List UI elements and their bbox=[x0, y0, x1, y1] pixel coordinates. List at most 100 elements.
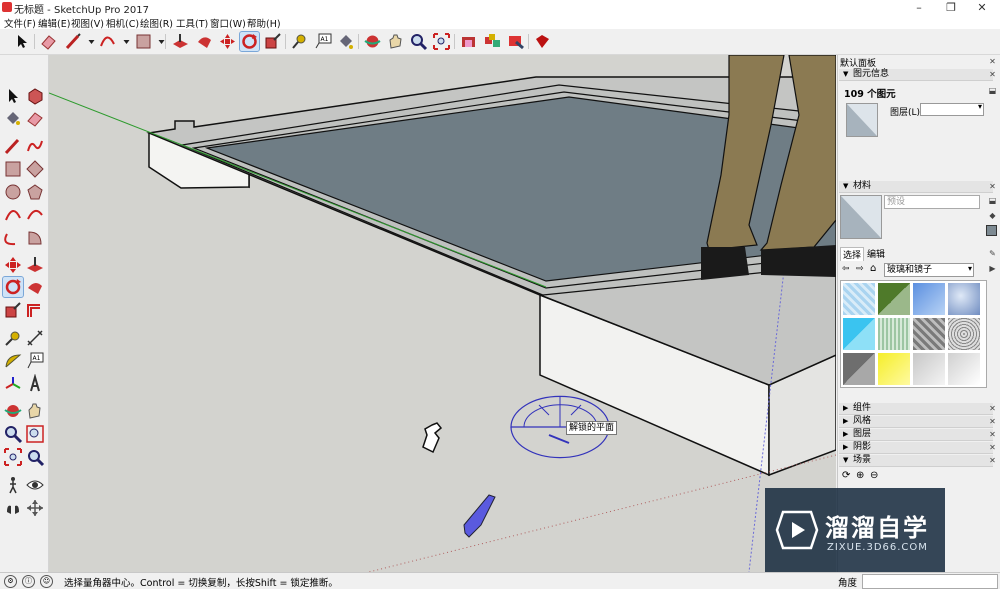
ruby-console-tool[interactable] bbox=[533, 32, 552, 51]
user-icon[interactable]: ☺ bbox=[40, 575, 53, 588]
maximize-button[interactable]: ❐ bbox=[937, 0, 965, 15]
material-swatch[interactable] bbox=[913, 318, 945, 350]
layers-header[interactable]: ▶ 图层 bbox=[839, 429, 993, 441]
push-pull-tool[interactable] bbox=[25, 255, 45, 275]
rotated-rectangle-tool[interactable] bbox=[25, 159, 45, 179]
orbit-tool[interactable] bbox=[3, 401, 23, 421]
material-swatch[interactable] bbox=[843, 318, 875, 350]
components-close-icon[interactable]: ✕ bbox=[987, 403, 998, 414]
menu-window[interactable]: 窗口(W) bbox=[210, 16, 246, 30]
shape-dropdown-chevron-icon[interactable] bbox=[152, 32, 165, 51]
section-plane-tool[interactable] bbox=[25, 498, 45, 518]
menu-camera[interactable]: 相机(C) bbox=[106, 16, 139, 30]
paint-bucket-tool[interactable] bbox=[336, 32, 355, 51]
polygon-tool[interactable] bbox=[25, 182, 45, 202]
menu-view[interactable]: 视图(V) bbox=[71, 16, 104, 30]
tape-measure-tool[interactable] bbox=[3, 328, 23, 348]
rectangle-tool[interactable] bbox=[3, 159, 23, 179]
zoom-tool[interactable] bbox=[409, 32, 428, 51]
move-tool[interactable] bbox=[3, 255, 23, 275]
protractor-tool[interactable] bbox=[3, 351, 23, 371]
material-swatch[interactable] bbox=[878, 318, 910, 350]
zoom-extents-tool[interactable] bbox=[432, 32, 451, 51]
forward-arrow-icon[interactable]: ⇨ bbox=[856, 264, 864, 274]
styles-close-icon[interactable]: ✕ bbox=[987, 416, 998, 427]
warehouse-tool[interactable] bbox=[459, 32, 478, 51]
dimension-tool[interactable] bbox=[25, 328, 45, 348]
material-swatch[interactable] bbox=[948, 353, 980, 385]
look-around-tool[interactable] bbox=[25, 475, 45, 495]
previous-view-tool[interactable] bbox=[25, 447, 45, 467]
scenes-close-icon[interactable]: ✕ bbox=[987, 455, 998, 466]
drawing-viewport[interactable]: 解锁的平面 bbox=[49, 55, 836, 572]
material-library-select[interactable]: 玻璃和镜子 ▾ bbox=[884, 263, 974, 277]
two-point-arc-tool[interactable] bbox=[25, 205, 45, 225]
remove-scene-icon[interactable]: ⊖ bbox=[870, 470, 878, 481]
paint-bucket-tool[interactable] bbox=[3, 108, 23, 128]
eraser-tool[interactable] bbox=[25, 108, 45, 128]
tab-select[interactable]: 选择 bbox=[840, 247, 864, 261]
rotate-tool[interactable] bbox=[239, 31, 260, 52]
add-scene-icon[interactable]: ⊕ bbox=[856, 470, 864, 481]
pie-tool[interactable] bbox=[25, 228, 45, 248]
menu-tools[interactable]: 工具(T) bbox=[176, 16, 208, 30]
scale-tool[interactable] bbox=[263, 32, 282, 51]
follow-me-tool[interactable] bbox=[195, 32, 214, 51]
components-header[interactable]: ▶ 组件 bbox=[839, 403, 993, 415]
components-tool[interactable] bbox=[483, 32, 502, 51]
material-pin-icon[interactable]: ⬓ bbox=[987, 195, 998, 206]
rotate-tool[interactable] bbox=[2, 276, 24, 298]
extension-warehouse-tool[interactable] bbox=[506, 32, 525, 51]
push-pull-tool[interactable] bbox=[171, 32, 190, 51]
layer-select[interactable]: ▾ bbox=[920, 102, 984, 116]
styles-header[interactable]: ▶ 风格 bbox=[839, 416, 993, 428]
orbit-tool[interactable] bbox=[363, 32, 382, 51]
minimize-button[interactable]: – bbox=[905, 0, 933, 15]
material-swatch[interactable] bbox=[913, 353, 945, 385]
entity-info-header[interactable]: ▼ 图元信息 bbox=[839, 69, 993, 81]
tape-measure-tool[interactable] bbox=[290, 32, 309, 51]
line-tool[interactable] bbox=[3, 136, 23, 156]
materials-close-icon[interactable]: ✕ bbox=[987, 181, 998, 192]
back-arrow-icon[interactable]: ⇦ bbox=[842, 264, 850, 274]
make-component-tool[interactable] bbox=[25, 86, 45, 106]
scale-tool[interactable] bbox=[3, 300, 23, 320]
arc-tool[interactable] bbox=[98, 32, 117, 51]
credits-icon[interactable]: ⓘ bbox=[22, 575, 35, 588]
freehand-tool[interactable] bbox=[25, 136, 45, 156]
geo-location-icon[interactable]: ⚙ bbox=[4, 575, 17, 588]
line-dropdown-chevron-icon[interactable] bbox=[82, 32, 95, 51]
material-swatch[interactable] bbox=[913, 283, 945, 315]
position-camera-tool[interactable] bbox=[3, 498, 23, 518]
entity-pin-icon[interactable]: ⬓ bbox=[987, 85, 998, 96]
close-button[interactable]: ✕ bbox=[968, 0, 996, 15]
refresh-scenes-icon[interactable]: ⟳ bbox=[842, 470, 850, 481]
move-tool[interactable] bbox=[218, 32, 237, 51]
tab-edit[interactable]: 编辑 bbox=[865, 247, 887, 260]
create-material-icon[interactable]: ◆ bbox=[987, 210, 998, 221]
three-point-arc-tool[interactable] bbox=[3, 228, 23, 248]
scenes-header[interactable]: ▼ 场景 bbox=[839, 455, 993, 467]
zoom-tool[interactable] bbox=[3, 424, 23, 444]
arc-dropdown-chevron-icon[interactable] bbox=[117, 32, 130, 51]
pan-tool[interactable] bbox=[386, 32, 405, 51]
follow-me-tool[interactable] bbox=[25, 277, 45, 297]
pan-tool[interactable] bbox=[25, 401, 45, 421]
sample-paint-icon[interactable] bbox=[986, 225, 997, 236]
zoom-window-tool[interactable] bbox=[25, 424, 45, 444]
menu-draw[interactable]: 绘图(R) bbox=[140, 16, 173, 30]
details-arrow-icon[interactable]: ▶ bbox=[987, 263, 998, 274]
line-tool[interactable] bbox=[64, 32, 83, 51]
material-swatch[interactable] bbox=[878, 353, 910, 385]
material-name-input[interactable]: 预设 bbox=[884, 195, 980, 209]
material-swatch[interactable] bbox=[878, 283, 910, 315]
zoom-extents-tool[interactable] bbox=[3, 447, 23, 467]
select-tool[interactable] bbox=[12, 32, 31, 51]
materials-header[interactable]: ▼ 材料 bbox=[839, 181, 993, 193]
material-swatch[interactable] bbox=[948, 318, 980, 350]
entity-info-close-icon[interactable]: ✕ bbox=[987, 69, 998, 80]
menu-edit[interactable]: 编辑(E) bbox=[38, 16, 70, 30]
eyedropper-icon[interactable]: ✎ bbox=[987, 248, 998, 259]
shadows-close-icon[interactable]: ✕ bbox=[987, 442, 998, 453]
arc-tool[interactable] bbox=[3, 205, 23, 225]
